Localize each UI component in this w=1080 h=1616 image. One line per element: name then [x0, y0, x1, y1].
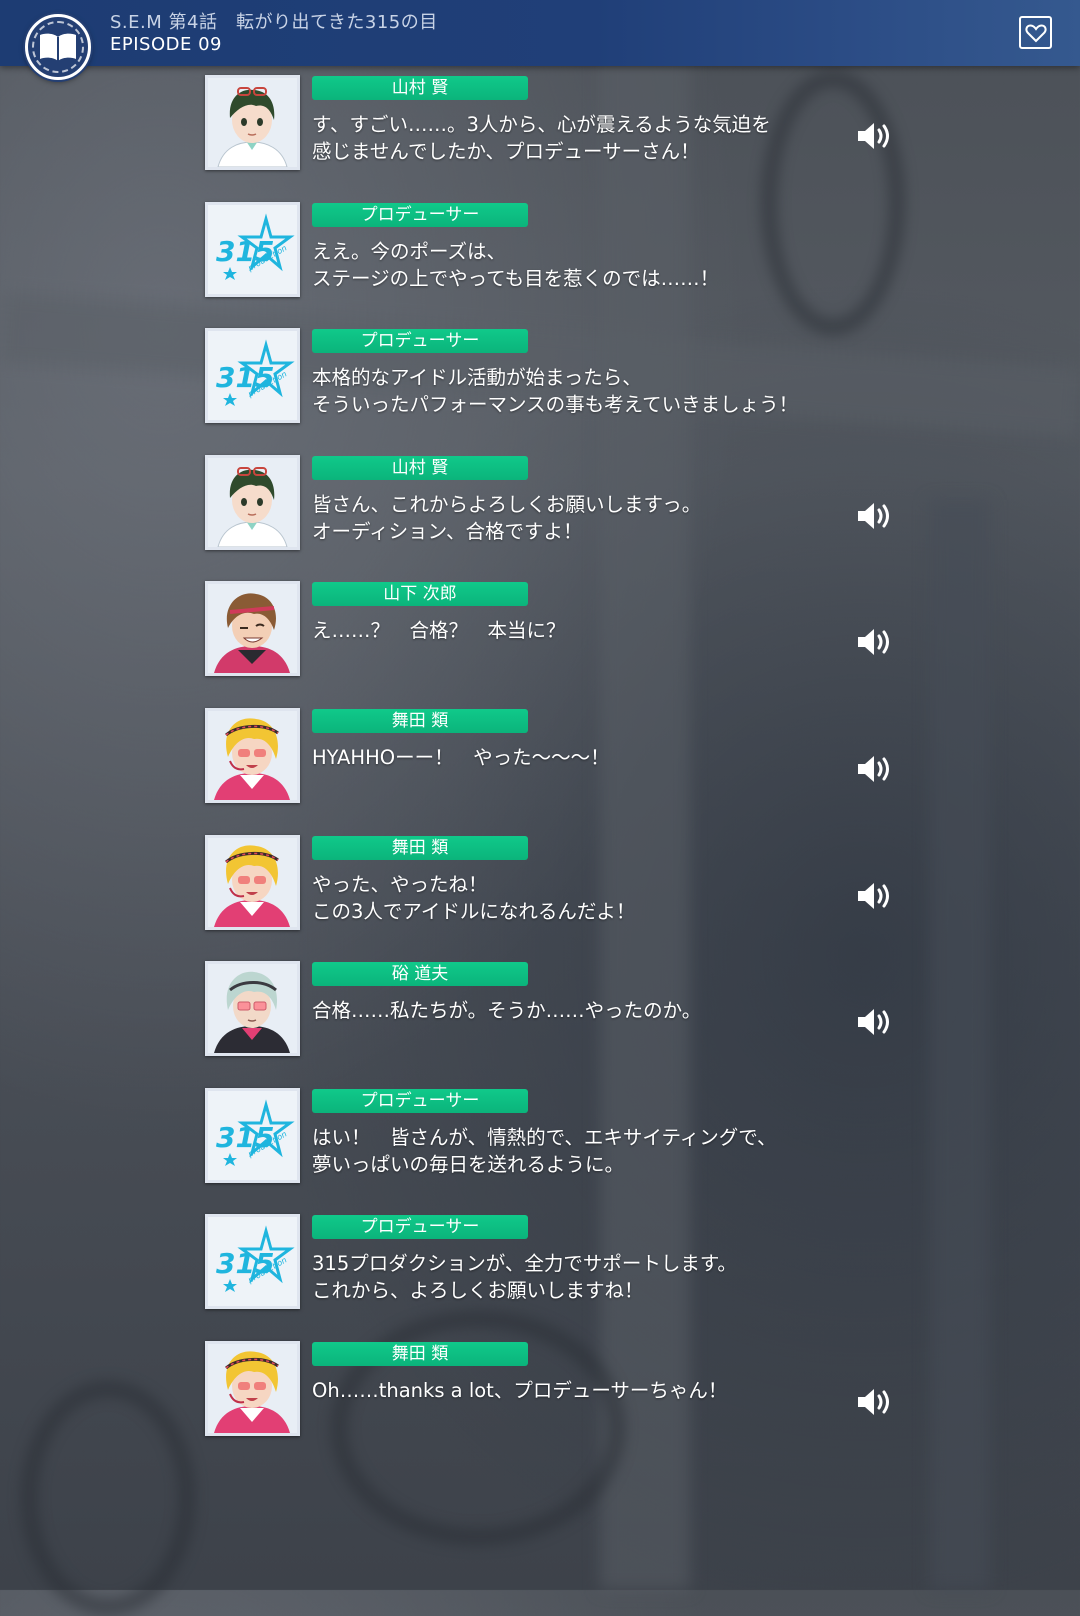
- dialogue-line: ステージの上でやっても目を惹くのでは……！: [312, 267, 720, 290]
- speaker-name-tag: 舞田 類: [312, 836, 528, 860]
- dialogue-line: 夢いっぱいの毎日を送れるように。: [312, 1153, 625, 1176]
- speaker-name-tag: 山村 賢: [312, 456, 528, 480]
- log-entry: 山村 賢す、すごい……。3人から、心が震えるような気迫を 感じませんでしたか、プロ…: [205, 75, 905, 171]
- producer-logo-avatar: 315 production: [205, 1214, 300, 1309]
- voice-play-button[interactable]: [855, 1385, 895, 1419]
- dialogue-line: Oh……thanks a lot、プロデューサーちゃん！: [312, 1379, 728, 1402]
- voice-play-button[interactable]: [855, 119, 895, 153]
- voice-play-button[interactable]: [855, 1005, 895, 1039]
- dialogue-line: そういったパフォーマンスの事も考えていきましょう！: [312, 393, 799, 416]
- speaker-icon: [858, 883, 889, 909]
- log-entry: 硲 道夫合格……私たちが。そうか……やったのか。: [205, 961, 905, 1057]
- voice-play-button[interactable]: [855, 499, 895, 533]
- speaker-name-tag: 舞田 類: [312, 1342, 528, 1366]
- dialogue-line: ええ。今のポーズは、: [312, 240, 507, 263]
- voice-play-button[interactable]: [855, 625, 895, 659]
- dialogue-line: え……？ 合格？ 本当に？: [312, 619, 566, 642]
- speaker-icon: [858, 629, 889, 655]
- log-entry: 舞田 類やった、やったね！ この3人でアイドルになれるんだよ！: [205, 835, 905, 931]
- dialogue-line: す、すごい……。3人から、心が震えるような気迫を: [312, 113, 771, 136]
- speaker-icon: [858, 1389, 889, 1415]
- speaker-icon: [858, 1009, 889, 1035]
- log-entry: 315 production プロデューサー本格的なアイドル活動が始まったら、そ…: [205, 328, 905, 424]
- dialogue-line: はい！ 皆さんが、情熱的で、エキサイティングで、: [312, 1126, 777, 1149]
- background-ring: [20, 1380, 196, 1616]
- dialogue-line: HYAHHOーー！ やった〜〜〜！: [312, 746, 610, 769]
- character-avatar: [205, 835, 300, 930]
- character-avatar: [205, 581, 300, 676]
- episode-label: EPISODE 09: [110, 34, 222, 55]
- background-beam: [930, 500, 990, 1590]
- speaker-name-tag: 硲 道夫: [312, 962, 528, 986]
- producer-logo-avatar: 315 production: [205, 328, 300, 423]
- log-entry: 315 production プロデューサーはい！ 皆さんが、情熱的で、エキサイ…: [205, 1088, 905, 1184]
- book-icon: [40, 33, 76, 61]
- producer-logo-avatar: 315 production: [205, 202, 300, 297]
- log-entry: 舞田 類 HYAHHOーー！ やった〜〜〜！: [205, 708, 905, 804]
- voice-play-button[interactable]: [855, 752, 895, 786]
- dialogue-line: オーディション、合格ですよ！: [312, 520, 583, 543]
- speaker-name-tag: プロデューサー: [312, 329, 528, 353]
- speaker-name-tag: 山村 賢: [312, 76, 528, 100]
- character-avatar: [205, 1341, 300, 1436]
- favorite-button[interactable]: [1019, 16, 1052, 49]
- dialogue-line: 感じませんでしたか、プロデューサーさん！: [312, 140, 700, 163]
- speaker-name-tag: プロデューサー: [312, 1089, 528, 1113]
- speaker-icon: [858, 123, 889, 149]
- log-entry: 315 production プロデューサー 315プロダクションが、全力でサポー…: [205, 1214, 905, 1310]
- speaker-icon: [858, 756, 889, 782]
- story-book-button[interactable]: [25, 14, 91, 80]
- log-entry: 山下 次郎え……？ 合格？ 本当に？: [205, 581, 905, 677]
- character-avatar: [205, 961, 300, 1056]
- voice-play-button[interactable]: [855, 879, 895, 913]
- dialogue-line: これから、よろしくお願いしますね！: [312, 1279, 644, 1302]
- story-title: S.E.M 第4話 転がり出てきた315の目: [110, 12, 438, 33]
- speaker-name-tag: 山下 次郎: [312, 582, 528, 606]
- log-entry: 山村 賢皆さん、これからよろしくお願いしますっ。 オーディション、合格ですよ！: [205, 455, 905, 551]
- dialogue-line: この3人でアイドルになれるんだよ！: [312, 900, 636, 923]
- log-entry: 舞田 類 Oh……thanks a lot、プロデューサーちゃん！: [205, 1341, 905, 1437]
- speaker-name-tag: プロデューサー: [312, 1215, 528, 1239]
- speaker-icon: [858, 503, 889, 529]
- speaker-name-tag: 舞田 類: [312, 709, 528, 733]
- character-avatar: [205, 75, 300, 170]
- producer-logo-avatar: 315 production: [205, 1088, 300, 1183]
- dialogue-line: 皆さん、これからよろしくお願いしますっ。: [312, 493, 702, 516]
- dialogue-line: 合格……私たちが。そうか……やったのか。: [312, 999, 702, 1022]
- header-bar: S.E.M 第4話 転がり出てきた315の目 EPISODE 09: [0, 0, 1080, 66]
- dialogue-line: やった、やったね！: [312, 873, 488, 896]
- speaker-name-tag: プロデューサー: [312, 203, 528, 227]
- heart-icon: [1024, 23, 1047, 42]
- character-avatar: [205, 455, 300, 550]
- dialogue-line: 本格的なアイドル活動が始まったら、: [312, 366, 642, 389]
- character-avatar: [205, 708, 300, 803]
- log-entry: 315 production プロデューサー ええ。今のポーズは、ステージの上でや…: [205, 202, 905, 298]
- dialogue-line: 315プロダクションが、全力でサポートします。: [312, 1252, 737, 1275]
